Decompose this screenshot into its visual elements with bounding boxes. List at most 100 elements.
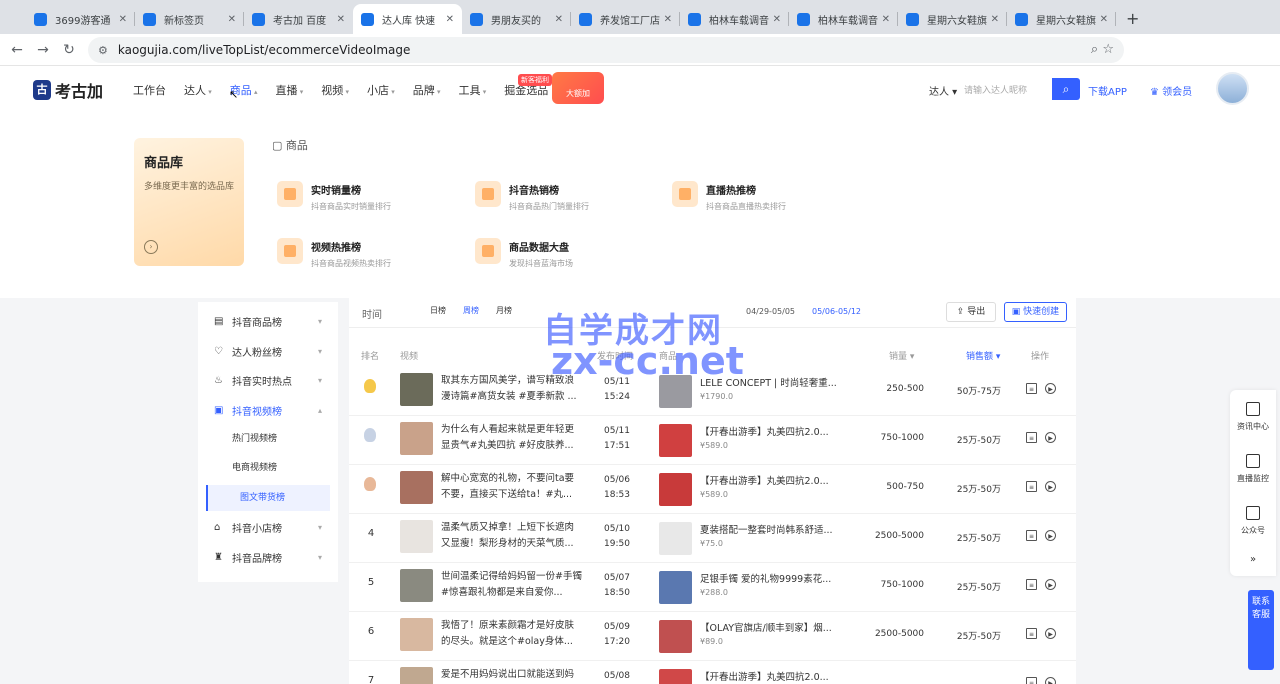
float-item[interactable]: 直播监控 [1230,454,1276,484]
expand-icon[interactable]: » [1230,554,1276,565]
browser-tab[interactable]: 达人库 快速 ✕ [353,4,462,34]
close-icon[interactable]: ✕ [119,14,127,25]
table-row[interactable]: 6 我悟了！原来素颜霜才是好皮肤的尽头。就是这个#olay身体... 05/09… [349,612,1076,661]
search-input[interactable]: 请输入达人昵称 [958,78,1052,100]
table-row[interactable]: 5 世间温柔记得给妈妈留一份#手镯 #惊喜跟礼物都是来自爱你... 05/07 1… [349,563,1076,612]
video-title[interactable]: 我悟了！原来素颜霜才是好皮肤的尽头。就是这个#olay身体... [441,618,583,652]
browser-tab[interactable]: 星期六女鞋旗 ✕ [898,4,1007,34]
close-icon[interactable]: ✕ [446,14,454,25]
segment-month[interactable]: 月榜 [496,305,512,316]
sidebar-subitem[interactable]: 电商视频榜 [198,455,338,481]
dropdown-item[interactable]: 实时销量榜 抖音商品实时销量排行 [277,181,391,212]
play-icon[interactable]: ▶ [1045,677,1056,684]
browser-tab[interactable]: 考古加 百度 ✕ [244,4,353,34]
detail-icon[interactable]: ≡ [1026,628,1037,639]
video-thumbnail[interactable] [400,520,433,553]
video-title[interactable]: 爱是不用妈妈说出口就能送到妈 [441,667,583,684]
dropdown-item[interactable]: 视频热推榜 抖音商品视频热卖排行 [277,238,391,269]
video-thumbnail[interactable] [400,373,433,406]
address-bar[interactable]: ⚙ kaogujia.com/liveTopList/ecommerceVide… [88,37,1124,63]
sidebar-item[interactable]: ♜ 抖音品牌榜 ▾ [198,544,338,570]
product-thumbnail[interactable] [659,571,692,604]
close-icon[interactable]: ✕ [882,14,890,25]
close-icon[interactable]: ✕ [991,14,999,25]
product-library-card[interactable]: 商品库 多维度更丰富的选品库 › [134,138,244,266]
video-thumbnail[interactable] [400,422,433,455]
promo-banner[interactable]: 新客福利 大额加 [518,72,604,104]
browser-tab[interactable]: 男朋友买的 ✕ [462,4,571,34]
nav-item[interactable]: 直播 ▾ [276,82,304,98]
product-thumbnail[interactable] [659,620,692,653]
play-icon[interactable]: ▶ [1045,530,1056,541]
close-icon[interactable]: ✕ [337,14,345,25]
forward-icon[interactable]: → [30,42,56,58]
play-icon[interactable]: ▶ [1045,628,1056,639]
play-icon[interactable]: ▶ [1045,383,1056,394]
sidebar-item[interactable]: ▣ 抖音视频榜 ▴ [198,397,338,423]
sidebar-item[interactable]: ♨ 抖音实时热点 ▾ [198,367,338,393]
user-avatar[interactable] [1216,72,1249,105]
detail-icon[interactable]: ≡ [1026,383,1037,394]
sidebar-item[interactable]: ▤ 抖音商品榜 ▾ [198,308,338,334]
play-icon[interactable]: ▶ [1045,481,1056,492]
table-row[interactable]: 4 温柔气质又掉拿！上短下长遮肉又显瘦！梨形身材的天菜气质... 05/10 19… [349,514,1076,563]
search-type-select[interactable]: 达人 ▾ [929,83,957,98]
site-info-icon[interactable]: ⚙ [98,44,108,57]
nav-item[interactable]: 工具 ▾ [459,82,487,98]
export-button[interactable]: ⇪ 导出 [946,302,996,322]
detail-icon[interactable]: ≡ [1026,530,1037,541]
quick-create-button[interactable]: ▣ 快速创建 [1004,302,1067,322]
nav-item[interactable]: 视频 ▾ [321,82,349,98]
nav-item[interactable]: 达人 ▾ [184,82,212,98]
table-row[interactable]: 2 为什么有人看起来就是更年轻更显贵气#丸美四抗 #好皮肤养... 05/111… [349,416,1076,465]
sidebar-subitem[interactable]: 热门视频榜 [198,426,338,452]
download-app-link[interactable]: 下载APP [1088,83,1127,98]
nav-item[interactable]: 工作台 [133,82,166,98]
sort-sales[interactable]: 销量 ▾ [889,349,914,362]
close-icon[interactable]: ✕ [664,14,672,25]
product-thumbnail[interactable] [659,669,692,684]
product-thumbnail[interactable] [659,424,692,457]
play-icon[interactable]: ▶ [1045,579,1056,590]
sort-amount[interactable]: 销售额 ▾ [966,349,1000,362]
browser-tab[interactable]: 柏林车载调音 ✕ [789,4,898,34]
sidebar-subitem[interactable]: 图文带货榜 [206,485,330,511]
nav-item[interactable]: 小店 ▾ [367,82,395,98]
dropdown-item[interactable]: 商品数据大盘 发现抖音蓝海市场 [475,238,573,269]
float-item[interactable]: 公众号 [1230,506,1276,536]
dropdown-item[interactable]: 抖音热销榜 抖音商品热门销量排行 [475,181,589,212]
product-thumbnail[interactable] [659,473,692,506]
nav-item[interactable]: 品牌 ▾ [413,82,441,98]
reload-icon[interactable]: ↻ [56,42,82,58]
play-icon[interactable]: ▶ [1045,432,1056,443]
back-icon[interactable]: ← [4,42,30,58]
video-title[interactable]: 为什么有人看起来就是更年轻更显贵气#丸美四抗 #好皮肤养... [441,422,583,456]
dropdown-item[interactable]: 直播热推榜 抖音商品直播热卖排行 [672,181,786,212]
product-name[interactable]: 【开春出游季】丸美四抗2.0... [700,424,840,438]
sidebar-item[interactable]: ♡ 达人粉丝榜 ▾ [198,338,338,364]
date-range-option-selected[interactable]: 05/06-05/12 [812,307,861,316]
video-title[interactable]: 温柔气质又掉拿！上短下长遮肉又显瘦！梨形身材的天菜气质... [441,520,583,554]
sidebar-item[interactable]: ⌂ 抖音小店榜 ▾ [198,514,338,540]
date-range-option[interactable]: 04/29-05/05 [746,307,795,316]
search-button[interactable]: ⌕ [1052,78,1080,100]
product-name[interactable]: 【OLAY官旗店/顺丰到家】烟... [700,620,840,634]
detail-icon[interactable]: ≡ [1026,432,1037,443]
vip-link[interactable]: ♛ 领会员 [1150,83,1192,98]
product-name[interactable]: 足银手镯 爱的礼物9999素花... [700,571,840,585]
table-row[interactable]: 3 解中心宽宽的礼物，不要问ta要不要，直接买下送给ta！#丸... 05/06… [349,465,1076,514]
browser-tab[interactable]: 3699游客通 ✕ [26,4,135,34]
site-logo[interactable]: 古 考古加 [33,78,103,102]
browser-tab[interactable]: 养发馆工厂店 ✕ [571,4,680,34]
detail-icon[interactable]: ≡ [1026,677,1037,684]
close-icon[interactable]: ✕ [1100,14,1108,25]
close-icon[interactable]: ✕ [228,14,236,25]
video-thumbnail[interactable] [400,618,433,651]
customer-service-button[interactable]: 联系客服 [1248,590,1274,670]
table-row[interactable]: 7 爱是不用妈妈说出口就能送到妈 05/08 【开春出游季】丸美四抗2.0...… [349,661,1076,684]
product-name[interactable]: 夏装搭配一整套时尚韩系舒适... [700,522,840,536]
video-thumbnail[interactable] [400,569,433,602]
float-item[interactable]: 资讯中心 [1230,402,1276,432]
new-tab-icon[interactable]: + [1126,4,1139,34]
video-title[interactable]: 解中心宽宽的礼物，不要问ta要不要，直接买下送给ta！#丸... [441,471,583,505]
